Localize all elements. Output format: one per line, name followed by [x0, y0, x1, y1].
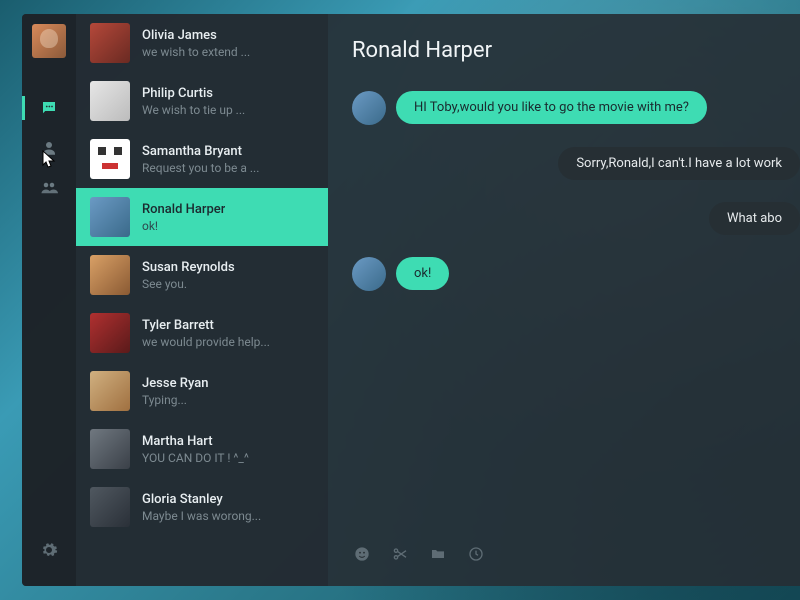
contact-preview: we would provide help...: [142, 335, 270, 349]
contact-preview: Maybe I was worong...: [142, 509, 261, 523]
contact-avatar: [90, 371, 130, 411]
contact-preview: YOU CAN DO IT ! ^_^: [142, 451, 249, 465]
contact-preview: we wish to extend ...: [142, 45, 250, 59]
message-row: ok!: [352, 257, 800, 291]
message-row: What abo: [352, 202, 800, 235]
message-avatar: [352, 257, 386, 291]
contact-avatar: [90, 197, 130, 237]
contact-name: Susan Reynolds: [142, 260, 235, 275]
self-avatar[interactable]: [32, 24, 66, 58]
nav-rail: [22, 14, 76, 586]
contact-item[interactable]: Tyler Barrett we would provide help...: [76, 304, 328, 362]
contact-preview: See you.: [142, 277, 235, 291]
message-bubble: What abo: [709, 202, 800, 235]
contact-name: Jesse Ryan: [142, 376, 208, 391]
contact-avatar: [90, 429, 130, 469]
contact-avatar: [90, 313, 130, 353]
contact-item[interactable]: Jesse Ryan Typing...: [76, 362, 328, 420]
message-bubble: Sorry,Ronald,I can't.I have a lot work: [558, 147, 800, 180]
chat-title: Ronald Harper: [352, 38, 800, 63]
contact-avatar: [90, 255, 130, 295]
messages-icon[interactable]: [22, 88, 76, 128]
contact-avatar: [90, 139, 130, 179]
contact-item[interactable]: Gloria Stanley Maybe I was worong...: [76, 478, 328, 536]
contact-name: Tyler Barrett: [142, 318, 270, 333]
contacts-list: Olivia James we wish to extend ... Philip …: [76, 14, 328, 586]
contact-name: Martha Hart: [142, 434, 249, 449]
contact-avatar: [90, 23, 130, 63]
composer-toolbar: [352, 532, 800, 586]
contact-preview: We wish to tie up ...: [142, 103, 245, 117]
messages-list: HI Toby,would you like to go the movie w…: [352, 91, 800, 532]
contact-item[interactable]: Martha Hart YOU CAN DO IT ! ^_^: [76, 420, 328, 478]
message-bubble: HI Toby,would you like to go the movie w…: [396, 91, 707, 124]
gear-icon[interactable]: [22, 530, 76, 570]
chat-app-window: Olivia James we wish to extend ... Philip …: [22, 14, 800, 586]
contact-avatar: [90, 81, 130, 121]
clock-icon[interactable]: [468, 546, 484, 566]
contact-name: Samantha Bryant: [142, 144, 259, 159]
emoji-icon[interactable]: [354, 546, 370, 566]
contact-preview: Typing...: [142, 393, 208, 407]
contact-name: Philip Curtis: [142, 86, 245, 101]
chat-panel: Ronald Harper HI Toby,would you like to …: [328, 14, 800, 586]
contact-item[interactable]: Susan Reynolds See you.: [76, 246, 328, 304]
message-avatar: [352, 91, 386, 125]
folder-icon[interactable]: [430, 546, 446, 566]
contact-preview: Request you to be a ...: [142, 161, 259, 175]
contact-name: Gloria Stanley: [142, 492, 261, 507]
contact-item[interactable]: Olivia James we wish to extend ...: [76, 14, 328, 72]
contact-item[interactable]: Samantha Bryant Request you to be a ...: [76, 130, 328, 188]
contact-name: Ronald Harper: [142, 202, 225, 217]
contact-item[interactable]: Philip Curtis We wish to tie up ...: [76, 72, 328, 130]
scissors-icon[interactable]: [392, 546, 408, 566]
contact-avatar: [90, 487, 130, 527]
contact-item[interactable]: Ronald Harper ok!: [76, 188, 328, 246]
contact-icon[interactable]: [22, 128, 76, 168]
contact-name: Olivia James: [142, 28, 250, 43]
message-bubble: ok!: [396, 257, 449, 290]
contact-preview: ok!: [142, 219, 225, 233]
message-row: HI Toby,would you like to go the movie w…: [352, 91, 800, 125]
message-row: Sorry,Ronald,I can't.I have a lot work: [352, 147, 800, 180]
groups-icon[interactable]: [22, 168, 76, 208]
